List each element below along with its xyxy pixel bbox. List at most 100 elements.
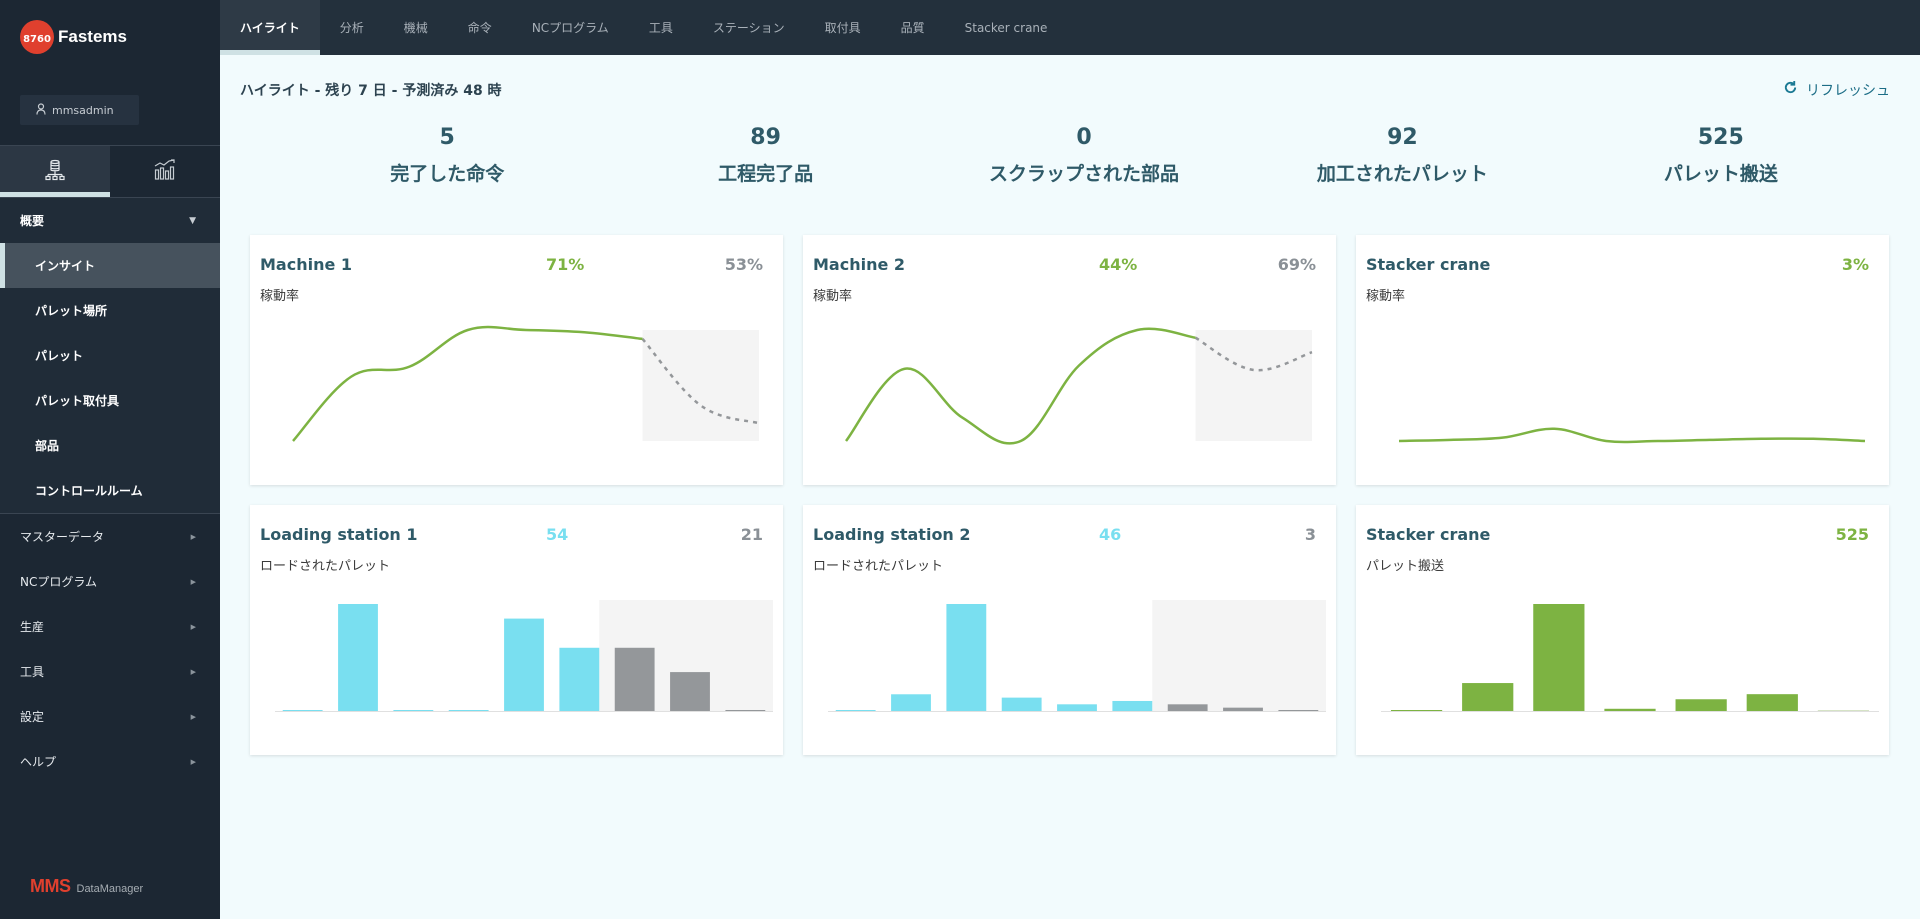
footer-brand: MMS DataManager: [30, 876, 143, 897]
logo[interactable]: 8760 Fastems: [20, 20, 127, 54]
forecast-bar: [614, 647, 655, 711]
actual-bar: [1112, 700, 1153, 711]
actual-bar: [1604, 708, 1656, 711]
utilization-chart: [845, 327, 1313, 445]
tab-nc-programs[interactable]: NCプログラム: [512, 0, 629, 55]
kpi-completed-parts: 89 工程完了品: [606, 125, 924, 186]
caret-down-icon: ▼: [189, 215, 196, 226]
actual-bar: [1001, 697, 1042, 711]
forecast-region: [642, 330, 759, 441]
actual-bar: [504, 618, 544, 711]
nav-group-label: マスターデータ: [20, 530, 105, 544]
caret-right-icon: ▶: [190, 622, 196, 631]
sidebar: 8760 Fastems mmsadmin 概要 ▼ インサイト パレット場所 …: [0, 0, 220, 919]
utilization-chart: [292, 325, 760, 442]
card-machine-2[interactable]: Machine 2 44% 69% 稼動率: [803, 235, 1336, 485]
main-content: ハイライト - 残り 7 日 - 予測済み 48 時 リフレッシュ 5 完了した…: [220, 55, 1920, 919]
kpi-pallet-transports: 525 パレット搬送: [1562, 125, 1880, 186]
logo-badge: 8760: [20, 20, 54, 54]
card-machine-1[interactable]: Machine 1 71% 53% 稼動率: [250, 235, 783, 485]
pallet-transports-chart: [1381, 604, 1879, 712]
caret-right-icon: ▶: [190, 532, 196, 541]
forecast-bar: [725, 710, 766, 711]
actual-bar: [891, 694, 931, 711]
loaded-pallets-chart: [828, 600, 1326, 712]
sidebar-tab-data[interactable]: [0, 146, 110, 197]
actual-bar: [393, 710, 434, 711]
tab-tools[interactable]: 工具: [629, 0, 693, 55]
nav-group-master-data[interactable]: マスターデータ ▶: [0, 514, 220, 559]
tab-analysis[interactable]: 分析: [320, 0, 384, 55]
kpi-completed-orders: 5 完了した命令: [288, 125, 606, 186]
forecast-bar: [670, 672, 710, 711]
nav-group-label: ヘルプ: [20, 755, 57, 769]
nav-item-insight[interactable]: インサイト: [0, 243, 220, 288]
forecast-bar: [1167, 704, 1208, 711]
nav-item-pallet[interactable]: パレット: [0, 333, 220, 378]
page-title: ハイライト - 残り 7 日 - 予測済み 48 時: [240, 83, 502, 99]
actual-bar: [1390, 710, 1443, 711]
sidebar-tab-analytics[interactable]: [110, 146, 220, 197]
refresh-icon: [1783, 80, 1798, 100]
forecast-bar: [1278, 710, 1319, 711]
kpi-label: 加工されたパレット: [1316, 163, 1488, 185]
caret-right-icon: ▶: [190, 757, 196, 766]
nav-item-control-room[interactable]: コントロールルーム: [0, 468, 220, 513]
nav-group-label: 設定: [20, 710, 45, 724]
actual-line: [845, 327, 1196, 445]
kpi-value: 92: [1387, 125, 1418, 150]
nav-group-label: 工具: [20, 665, 45, 679]
nav-group-production[interactable]: 生産 ▶: [0, 604, 220, 649]
card-stacker-crane-transports[interactable]: Stacker crane 525 パレット搬送: [1356, 505, 1889, 755]
nav-item-pallet-location[interactable]: パレット場所: [0, 288, 220, 333]
actual-bar: [835, 710, 876, 711]
forecast-region: [1195, 330, 1312, 441]
nav-group-tools[interactable]: 工具 ▶: [0, 649, 220, 694]
forecast-region: [1152, 600, 1326, 711]
kpi-value: 525: [1697, 125, 1744, 150]
tab-orders[interactable]: 命令: [448, 0, 512, 55]
top-tabs: ハイライト 分析 機械 命令 NCプログラム 工具 ステーション 取付具 品質 …: [220, 0, 1920, 55]
refresh-button[interactable]: リフレッシュ: [1783, 80, 1890, 100]
kpi-machined-pallets: 92 加工されたパレット: [1243, 125, 1561, 186]
nav-group-help[interactable]: ヘルプ ▶: [0, 739, 220, 784]
kpi-value: 5: [439, 125, 455, 150]
actual-bar: [282, 710, 323, 711]
actual-bar: [1817, 710, 1870, 711]
tab-highlights[interactable]: ハイライト: [220, 0, 320, 55]
nav-item-parts[interactable]: 部品: [0, 423, 220, 468]
nav-section-overview[interactable]: 概要 ▼: [0, 198, 220, 243]
user-menu-button[interactable]: mmsadmin: [20, 95, 139, 125]
actual-bar: [1533, 604, 1585, 711]
username: mmsadmin: [52, 103, 114, 117]
kpi-label: パレット搬送: [1663, 163, 1778, 185]
card-loading-station-1[interactable]: Loading station 1 54 21 ロードされたパレット: [250, 505, 783, 755]
nav-group-settings[interactable]: 設定 ▶: [0, 694, 220, 739]
utilization-chart: [1398, 427, 1866, 444]
nav-group-nc-programs[interactable]: NCプログラム ▶: [0, 559, 220, 604]
tab-quality[interactable]: 品質: [881, 0, 945, 55]
kpi-label: 完了した命令: [390, 163, 505, 185]
kpi-row: 5 完了した命令 89 工程完了品 0 スクラップされた部品 92 加工されたパ…: [220, 125, 1920, 186]
nav-item-pallet-fixture[interactable]: パレット取付具: [0, 378, 220, 423]
card-loading-station-2[interactable]: Loading station 2 46 3 ロードされたパレット: [803, 505, 1336, 755]
database-network-icon: [44, 159, 66, 185]
kpi-value: 0: [1076, 125, 1092, 150]
caret-right-icon: ▶: [190, 667, 196, 676]
kpi-label: スクラップされた部品: [989, 163, 1180, 185]
nav-group-label: NCプログラム: [20, 575, 97, 589]
sidebar-tabs: [0, 145, 220, 198]
tab-machines[interactable]: 機械: [384, 0, 448, 55]
logo-text: Fastems: [58, 27, 127, 46]
actual-bar: [1675, 699, 1727, 711]
footer-brand-mms: MMS: [30, 876, 71, 896]
caret-right-icon: ▶: [190, 712, 196, 721]
actual-bar: [559, 647, 600, 711]
tab-stacker-crane[interactable]: Stacker crane: [945, 0, 1068, 55]
tab-stations[interactable]: ステーション: [693, 0, 805, 55]
loaded-pallets-chart: [275, 600, 773, 712]
actual-line: [1398, 427, 1866, 444]
card-stacker-crane-utilization[interactable]: Stacker crane 3% 稼動率: [1356, 235, 1889, 485]
tab-fixtures[interactable]: 取付具: [805, 0, 881, 55]
user-icon: [36, 102, 46, 118]
